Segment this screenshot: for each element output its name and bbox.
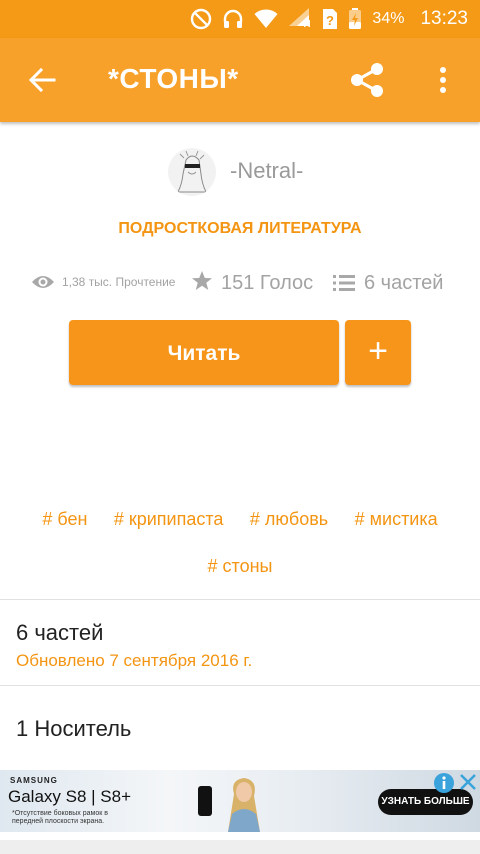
battery-percent: 34% [372, 10, 405, 27]
list-icon [333, 275, 355, 291]
sim-unknown-icon: ? [323, 9, 338, 29]
headset-icon [224, 9, 243, 28]
ad-person-image [228, 778, 260, 832]
toc-parts-label: 6 частей [16, 620, 104, 645]
votes-count: 151 Голос [221, 272, 314, 294]
ad-close-icon[interactable] [458, 772, 478, 792]
author-avatar[interactable] [168, 148, 216, 196]
ad-learn-more-button[interactable]: УЗНАТЬ БОЛЬШЕ [378, 789, 473, 815]
ad-phone-image [198, 786, 212, 816]
ad-brand: SAMSUNG [10, 776, 58, 785]
clock: 13:23 [420, 8, 468, 29]
more-vert-icon[interactable] [432, 65, 454, 95]
battery-icon [349, 8, 362, 29]
eye-icon [32, 276, 54, 288]
ad-banner[interactable]: SAMSUNG Galaxy S8 | S8+ *Отсутствие боко… [0, 770, 480, 832]
read-button[interactable]: Читать [69, 320, 339, 385]
add-to-library-button[interactable]: + [345, 320, 411, 385]
ad-model: Galaxy S8 | S8+ [8, 787, 132, 806]
bottom-strip [0, 840, 480, 854]
story-category[interactable]: ПОДРОСТКОВАЯ ЛИТЕРАТУРА [0, 220, 480, 238]
ad-note: *Отсутствие боковых рамок в передней пло… [12, 810, 108, 825]
star-icon [192, 271, 212, 290]
author-name[interactable]: -Netral- [230, 158, 303, 184]
parts-count: 6 частей [364, 272, 444, 294]
status-bar: H ? 34% 13:23 [0, 0, 480, 38]
reads-count: 1,38 тыс. Прочтение [62, 275, 176, 289]
avatar-image [177, 150, 207, 193]
app-bar: *СТОНЫ* [0, 38, 480, 122]
divider [0, 685, 480, 686]
ad-info-icon[interactable] [433, 772, 455, 794]
tag-item[interactable]: # бен [42, 496, 87, 543]
do-not-disturb-icon [191, 8, 212, 30]
tag-item[interactable]: # мистика [355, 496, 438, 543]
status-icons: H ? 34% 13:23 [190, 0, 468, 38]
divider [0, 599, 480, 600]
share-icon[interactable] [348, 61, 386, 99]
updated-date: Обновлено 7 сентября 2016 г. [16, 651, 253, 670]
page-title: *СТОНЫ* [108, 63, 239, 94]
tag-item[interactable]: # крипипаста [114, 496, 224, 543]
tag-list: # бен # крипипаста # любовь # мистика # … [0, 496, 480, 590]
tag-item[interactable]: # стоны [208, 543, 273, 590]
back-arrow-icon[interactable] [28, 66, 56, 94]
wifi-icon [254, 9, 278, 28]
carrier-section-title: 1 Носитель [16, 716, 132, 741]
story-stats: 1,38 тыс. Прочтение 151 Голос 6 частей [0, 268, 480, 300]
signal-indicator: H [288, 7, 312, 31]
network-type-label: H [303, 19, 311, 30]
tag-item[interactable]: # любовь [250, 496, 328, 543]
svg-text:?: ? [326, 13, 334, 28]
